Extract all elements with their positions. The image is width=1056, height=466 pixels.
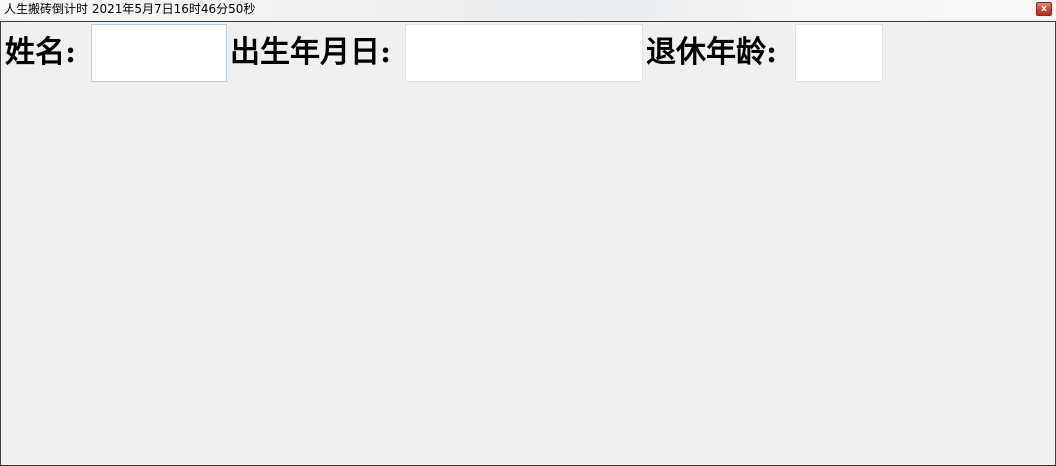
- main-panel: 姓名: 出生年月日: 退休年龄:: [0, 21, 1056, 466]
- name-input[interactable]: [91, 24, 227, 82]
- app-window: 人生搬砖倒计时 2021年5月7日16时46分50秒 x 姓名: 出生年月日: …: [0, 0, 1056, 466]
- retire-age-label: 退休年龄:: [646, 35, 778, 70]
- close-button[interactable]: x: [1036, 2, 1052, 16]
- birthdate-input[interactable]: [405, 24, 643, 82]
- birthdate-label: 出生年月日:: [230, 35, 392, 70]
- close-icon: x: [1041, 4, 1047, 14]
- title-bar[interactable]: 人生搬砖倒计时 2021年5月7日16时46分50秒 x: [0, 0, 1056, 19]
- window-title: 人生搬砖倒计时 2021年5月7日16时46分50秒: [4, 2, 256, 16]
- retire-age-input[interactable]: [795, 24, 883, 82]
- name-label: 姓名:: [5, 35, 77, 70]
